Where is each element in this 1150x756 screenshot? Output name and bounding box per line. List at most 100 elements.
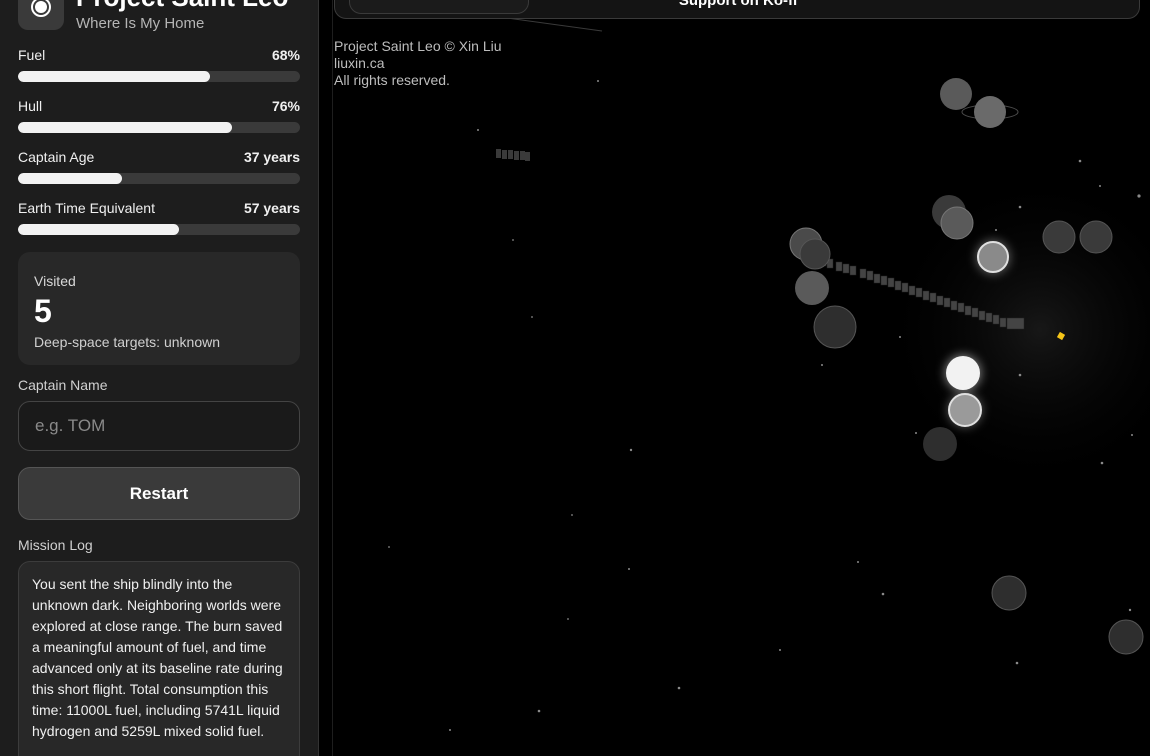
brand-header: Project Saint Leo Where Is My Home [18, 0, 308, 32]
stat-earth-time: Earth Time Equivalent 57 years [18, 200, 300, 240]
trail-segment [908, 285, 916, 296]
trail-segment [978, 310, 986, 321]
star [571, 514, 573, 516]
captain-age-bar [18, 173, 300, 184]
star [1137, 194, 1141, 198]
star [567, 618, 569, 620]
star [857, 561, 859, 563]
stat-value: 37 years [243, 149, 300, 165]
trail-segment [835, 261, 843, 272]
nebula-glow [880, 170, 1150, 490]
star [915, 432, 917, 434]
starfield[interactable] [320, 0, 1150, 756]
space-map[interactable]: Support on Ko-fi Project Saint Leo © Xin… [320, 0, 1150, 756]
star [449, 729, 451, 731]
credits-url[interactable]: liuxin.ca [334, 55, 502, 72]
debris-block [496, 149, 501, 158]
star [881, 592, 885, 596]
hull-bar [18, 122, 300, 133]
star [677, 686, 681, 690]
star [1099, 185, 1101, 187]
visited-note: Deep-space targets: unknown [34, 334, 220, 350]
debris-block [525, 152, 530, 161]
star [1018, 205, 1022, 209]
debris-block [502, 150, 507, 159]
star [531, 316, 533, 318]
planet-bright[interactable] [946, 356, 980, 390]
trail-segment [866, 270, 874, 281]
stat-value: 76% [271, 98, 300, 114]
star [899, 336, 901, 338]
earth-time-bar [18, 224, 300, 235]
stat-hull: Hull 76% [18, 98, 300, 138]
planet-dark[interactable] [1042, 220, 1076, 254]
trail-segment [943, 297, 951, 308]
visited-count: 5 [34, 293, 52, 329]
trail-segment [894, 280, 902, 291]
planet-dark[interactable] [923, 427, 957, 461]
star [1100, 461, 1104, 465]
stat-label: Hull [18, 98, 43, 114]
debris-cluster [496, 149, 530, 161]
stat-captain-age: Captain Age 37 years [18, 149, 300, 189]
star [1018, 373, 1022, 377]
stat-value: 57 years [243, 200, 300, 216]
debris-block [514, 151, 519, 160]
control-panel: Project Saint Leo Where Is My Home Fuel … [0, 0, 319, 756]
mission-log[interactable]: You sent the ship blindly into the unkno… [18, 561, 300, 756]
app-subtitle: Where Is My Home [76, 15, 205, 32]
hull-bar-fill [18, 122, 233, 133]
app-title: Project Saint Leo [76, 0, 288, 12]
star [1131, 434, 1133, 436]
star [388, 546, 390, 548]
planet-dark[interactable] [799, 238, 831, 270]
panel-divider [332, 0, 333, 756]
credits-line: All rights reserved. [334, 72, 450, 88]
stat-label: Earth Time Equivalent [18, 200, 155, 216]
fuel-bar-fill [18, 71, 210, 82]
trail-segment [964, 305, 972, 316]
top-bar: Support on Ko-fi [334, 0, 1140, 19]
stat-fuel: Fuel 68% [18, 47, 300, 87]
star [1078, 159, 1082, 163]
mission-log-text: You sent the ship blindly into the unkno… [32, 576, 283, 739]
stat-value: 68% [271, 47, 300, 63]
trail-segment [957, 302, 965, 313]
planet-visited[interactable] [948, 393, 982, 427]
star [477, 129, 479, 131]
planet-large-dark[interactable] [813, 305, 857, 349]
planet-dark[interactable] [991, 575, 1027, 611]
trail-segment [922, 290, 930, 301]
trail-segment [859, 268, 867, 279]
planet-grey[interactable] [940, 78, 972, 110]
star [1128, 608, 1132, 612]
captain-name-label: Captain Name [18, 377, 108, 393]
trail-segment [985, 312, 993, 323]
brand-logo [18, 0, 64, 30]
star [597, 80, 599, 82]
restart-button[interactable]: Restart [18, 467, 300, 520]
planet-visited[interactable] [977, 241, 1009, 273]
trail-segment [915, 287, 923, 298]
star [779, 649, 781, 651]
trail-segment [901, 282, 909, 293]
visited-card: Visited 5 Deep-space targets: unknown [18, 252, 300, 365]
star [512, 239, 514, 241]
trail-segment [999, 317, 1007, 328]
debris-block [508, 150, 513, 159]
planet-dark[interactable] [1079, 220, 1113, 254]
trail-segment [936, 295, 944, 306]
star [628, 568, 630, 570]
planet-grey[interactable] [795, 271, 829, 305]
trail-segment [880, 275, 888, 286]
planet-ringed[interactable] [974, 96, 1006, 128]
planet-dark[interactable] [1108, 619, 1144, 655]
captain-name-input[interactable] [18, 401, 300, 451]
visited-label: Visited [34, 273, 76, 289]
kofi-link[interactable]: Support on Ko-fi [335, 0, 1141, 10]
planet-grey[interactable] [940, 206, 974, 240]
trail-segment [929, 292, 937, 303]
trail-segment [1006, 317, 1025, 330]
trail-segment [842, 263, 850, 274]
trail-segment [971, 307, 979, 318]
